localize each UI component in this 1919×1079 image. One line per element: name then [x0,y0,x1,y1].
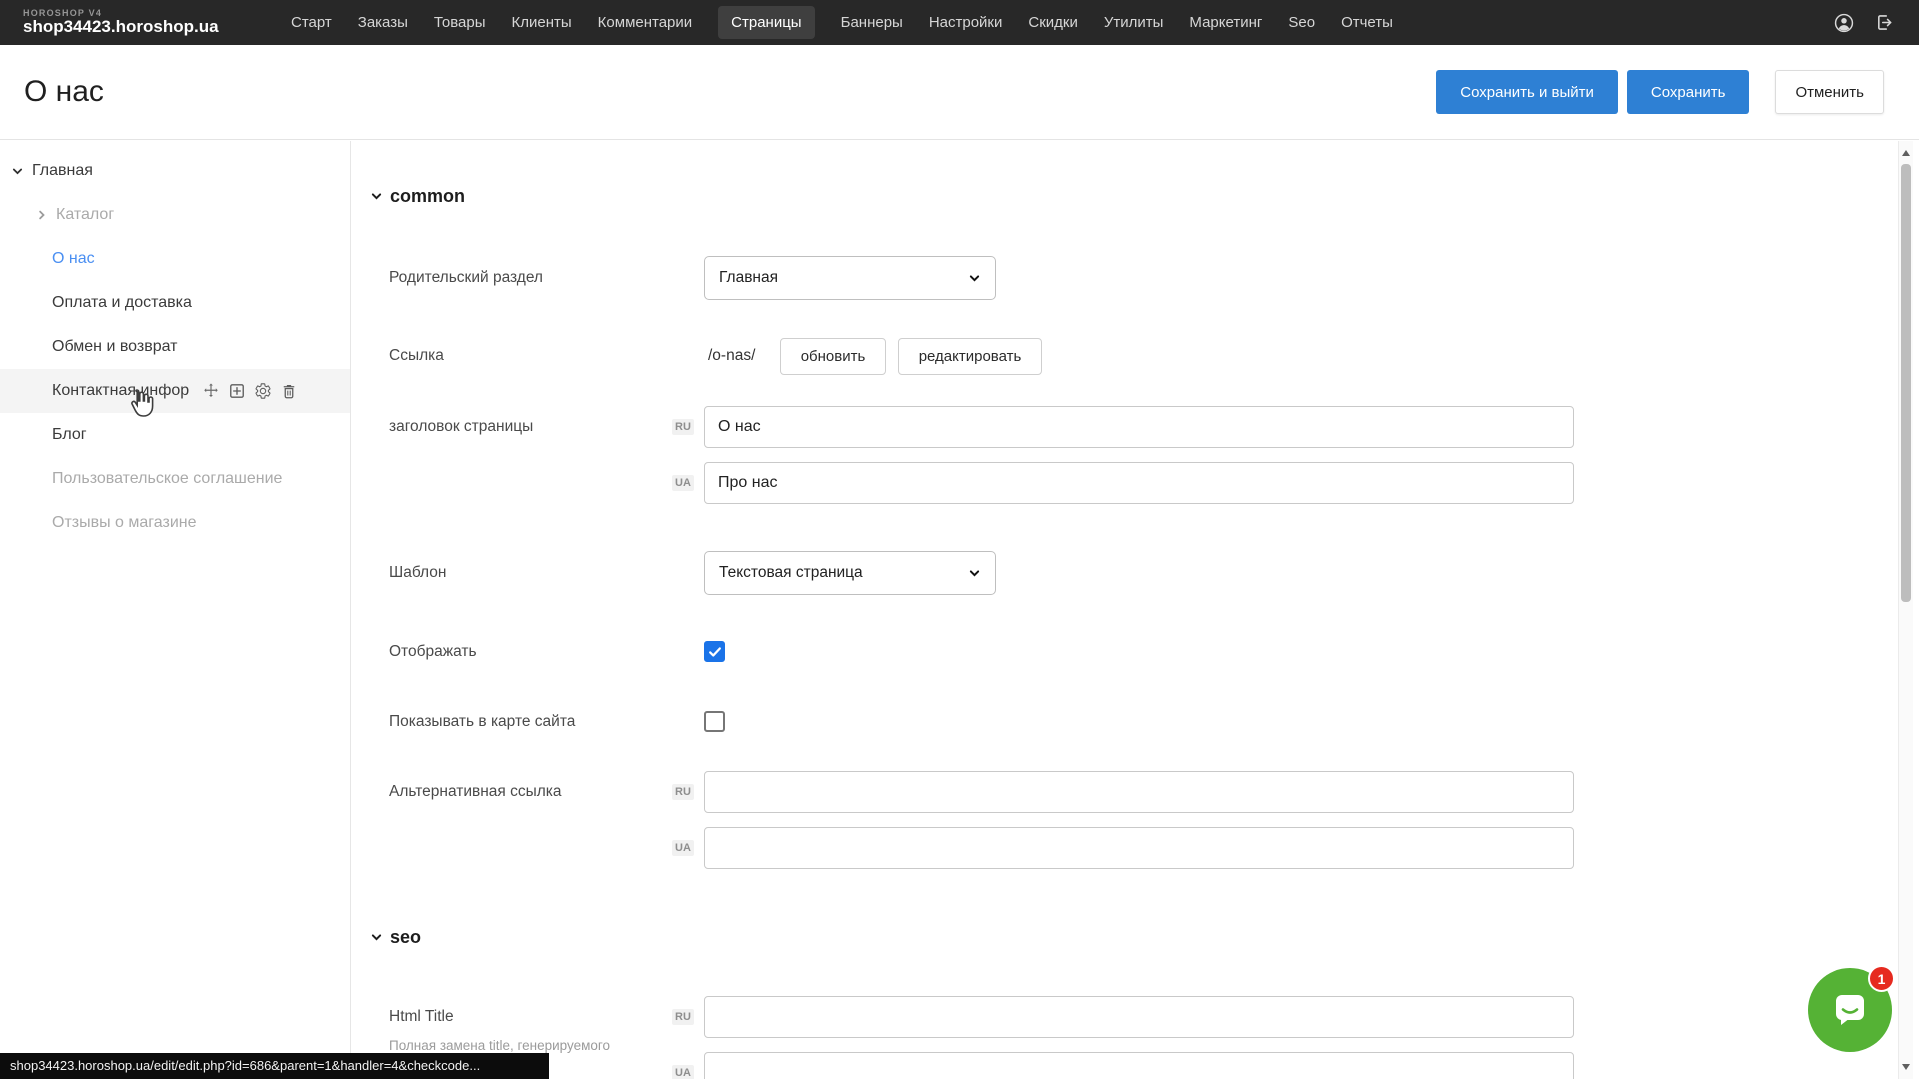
sidebar-item-oplata-i-dostavka[interactable]: Оплата и доставка [0,281,350,325]
logout-icon[interactable] [1873,12,1895,34]
lang-tag-ua: UA [672,840,694,856]
nav-comments[interactable]: Комментарии [598,6,692,39]
chat-widget-button[interactable]: 1 [1808,968,1892,1052]
nav-settings[interactable]: Настройки [929,6,1003,39]
topbar: HOROSHOP V4 shop34423.horoshop.ua Старт … [0,0,1919,45]
sitemap-label: Показывать в карте сайта [389,711,575,732]
page-title-ru-input[interactable] [704,406,1574,448]
sidebar-item-blog[interactable]: Блог [0,413,350,457]
add-page-icon[interactable] [227,382,246,401]
nav-start[interactable]: Старт [291,6,332,39]
alt-link-ru-input[interactable] [704,771,1574,813]
brand[interactable]: HOROSHOP V4 shop34423.horoshop.ua [23,9,235,36]
main-menu: Старт Заказы Товары Клиенты Комментарии … [291,6,1393,39]
lang-tag-ru: RU [672,419,694,435]
nav-utilities[interactable]: Утилиты [1104,6,1164,39]
lang-tag-ua: UA [672,1065,694,1079]
sidebar-item-glavnaya[interactable]: Главная [0,149,350,193]
cancel-button[interactable]: Отменить [1775,70,1884,114]
nav-pages[interactable]: Страницы [718,6,814,39]
page-title-label: заголовок страницы [389,406,533,448]
scroll-down-icon[interactable] [1902,1064,1910,1070]
chevron-down-icon [968,272,981,285]
chevron-down-icon [369,931,383,945]
chat-unread-badge: 1 [1868,965,1895,992]
sitemap-checkbox[interactable] [704,711,725,732]
chevron-down-icon[interactable] [10,164,25,179]
display-checkbox[interactable] [704,641,725,662]
pages-tree-sidebar: Главная Каталог О нас Оплата и доставка … [0,141,351,1079]
vertical-scrollbar[interactable] [1898,141,1913,1079]
move-icon[interactable] [201,382,220,401]
display-label: Отображать [389,641,477,662]
chevron-right-icon[interactable] [34,208,49,223]
save-exit-button[interactable]: Сохранить и выйти [1436,70,1618,114]
nav-marketing[interactable]: Маркетинг [1189,6,1262,39]
account-icon[interactable] [1833,12,1855,34]
chat-icon [1829,989,1871,1031]
html-title-label: Html Title [389,996,454,1038]
section-seo[interactable]: seo [369,927,421,948]
nav-discounts[interactable]: Скидки [1028,6,1077,39]
nav-reports[interactable]: Отчеты [1341,6,1393,39]
edit-link-button[interactable]: редактировать [898,338,1042,375]
link-preview-statusbar: shop34423.horoshop.ua/edit/edit.php?id=6… [0,1053,549,1079]
nav-orders[interactable]: Заказы [358,6,408,39]
sidebar-item-kontaktnaya-informatsiya[interactable]: Контактная инфор [0,369,350,413]
alt-link-label: Альтернативная ссылка [389,771,562,813]
settings-icon[interactable] [253,382,272,401]
page-title: О нас [24,75,104,109]
parent-section-select[interactable]: Главная [704,256,996,300]
nav-seo[interactable]: Seo [1288,6,1315,39]
scrollbar-thumb[interactable] [1901,164,1911,602]
section-common[interactable]: common [369,186,465,207]
template-select[interactable]: Текстовая страница [704,551,996,595]
parent-section-label: Родительский раздел [389,256,543,300]
chevron-down-icon [369,190,383,204]
checkmark-icon [708,645,722,659]
lang-tag-ru: RU [672,784,694,800]
alt-link-ua-input[interactable] [704,827,1574,869]
page-title-ua-input[interactable] [704,462,1574,504]
link-value: /o-nas/ [708,338,755,374]
refresh-link-button[interactable]: обновить [780,338,886,375]
nav-banners[interactable]: Баннеры [841,6,903,39]
link-label: Ссылка [389,338,444,374]
sidebar-item-o-nas[interactable]: О нас [0,237,350,281]
delete-icon[interactable] [279,382,298,401]
horoshop-admin: HOROSHOP V4 shop34423.horoshop.ua Старт … [0,0,1919,1079]
html-title-ru-input[interactable] [704,996,1574,1038]
scroll-up-icon[interactable] [1902,150,1910,156]
template-label: Шаблон [389,551,446,595]
page-edit-form: common Родительский раздел Главная Ссылк… [352,141,1898,1079]
save-button[interactable]: Сохранить [1627,70,1750,114]
lang-tag-ua: UA [672,475,694,491]
sidebar-item-katalog[interactable]: Каталог [0,193,350,237]
lang-tag-ru: RU [672,1009,694,1025]
brand-domain: shop34423.horoshop.ua [23,18,235,36]
html-title-hint: Полная замена title, генерируемого [389,1038,610,1053]
sidebar-item-polzovatelskoe-soglashenie[interactable]: Пользовательское соглашение [0,457,350,501]
sidebar-item-obmen-i-vozvrat[interactable]: Обмен и возврат [0,325,350,369]
nav-clients[interactable]: Клиенты [512,6,572,39]
page-header: О нас Сохранить и выйти Сохранить Отмени… [0,45,1919,140]
sidebar-item-otzyvy-o-magazine[interactable]: Отзывы о магазине [0,501,350,545]
chevron-down-icon [968,567,981,580]
nav-products[interactable]: Товары [434,6,486,39]
html-title-ua-input[interactable] [704,1052,1574,1079]
